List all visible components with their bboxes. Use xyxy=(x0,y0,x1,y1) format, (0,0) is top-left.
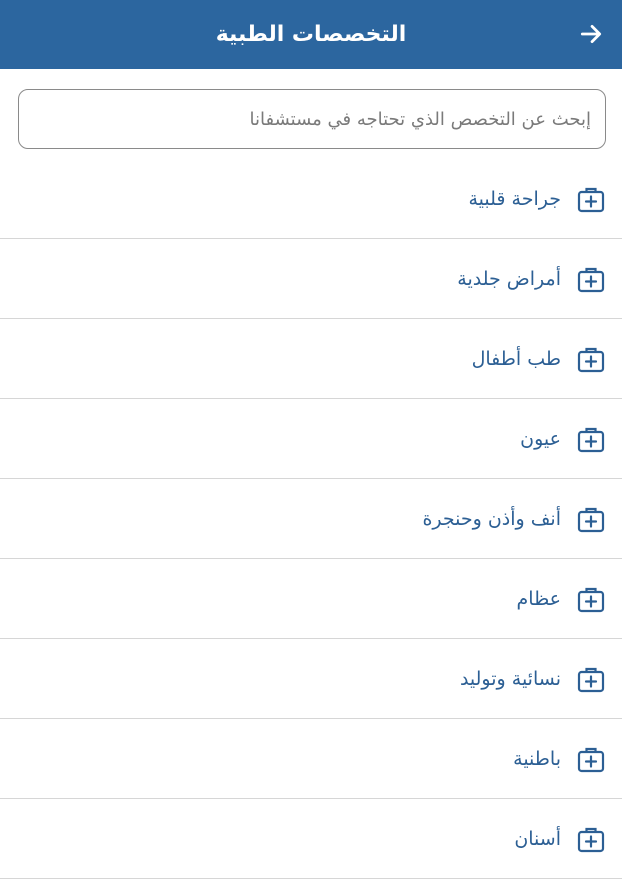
search-box xyxy=(18,89,606,149)
specialty-item-dentistry[interactable]: أسنان xyxy=(0,799,622,879)
medical-bag-icon xyxy=(576,504,606,534)
specialty-label: نسائية وتوليد xyxy=(459,667,561,690)
medical-bag-icon xyxy=(576,664,606,694)
specialty-label: طب أطفال xyxy=(471,347,561,370)
specialty-item-ophthalmology[interactable]: عيون xyxy=(0,399,622,479)
specialty-label: عظام xyxy=(516,587,561,610)
specialties-screen: التخصصات الطبية جراحة قلبية أمراض جلدية … xyxy=(0,0,622,888)
specialty-label: أمراض جلدية xyxy=(457,267,561,290)
medical-bag-icon xyxy=(576,824,606,854)
medical-bag-icon xyxy=(576,264,606,294)
page-title: التخصصات الطبية xyxy=(215,22,407,47)
specialty-item-obstetrics[interactable]: نسائية وتوليد xyxy=(0,639,622,719)
specialty-item-dermatology[interactable]: أمراض جلدية xyxy=(0,239,622,319)
specialty-label: أنف وأذن وحنجرة xyxy=(422,507,561,530)
medical-bag-icon xyxy=(576,424,606,454)
specialty-item-internal-medicine[interactable]: باطنية xyxy=(0,719,622,799)
specialty-item-pediatrics[interactable]: طب أطفال xyxy=(0,319,622,399)
specialty-label: أسنان xyxy=(514,827,561,850)
specialty-item-orthopedics[interactable]: عظام xyxy=(0,559,622,639)
specialty-label: جراحة قلبية xyxy=(468,187,561,210)
specialty-label: باطنية xyxy=(513,747,561,770)
medical-bag-icon xyxy=(576,744,606,774)
medical-bag-icon xyxy=(576,184,606,214)
medical-bag-icon xyxy=(576,584,606,614)
specialty-label: عيون xyxy=(520,427,561,450)
app-header: التخصصات الطبية xyxy=(0,0,622,69)
specialty-list: جراحة قلبية أمراض جلدية طب أطفال عيون أن xyxy=(0,159,622,879)
specialty-item-ent[interactable]: أنف وأذن وحنجرة xyxy=(0,479,622,559)
back-button[interactable] xyxy=(574,17,608,51)
arrow-right-icon xyxy=(580,25,602,43)
search-input[interactable] xyxy=(19,90,605,148)
medical-bag-icon xyxy=(576,344,606,374)
specialty-item-cardiac-surgery[interactable]: جراحة قلبية xyxy=(0,159,622,239)
